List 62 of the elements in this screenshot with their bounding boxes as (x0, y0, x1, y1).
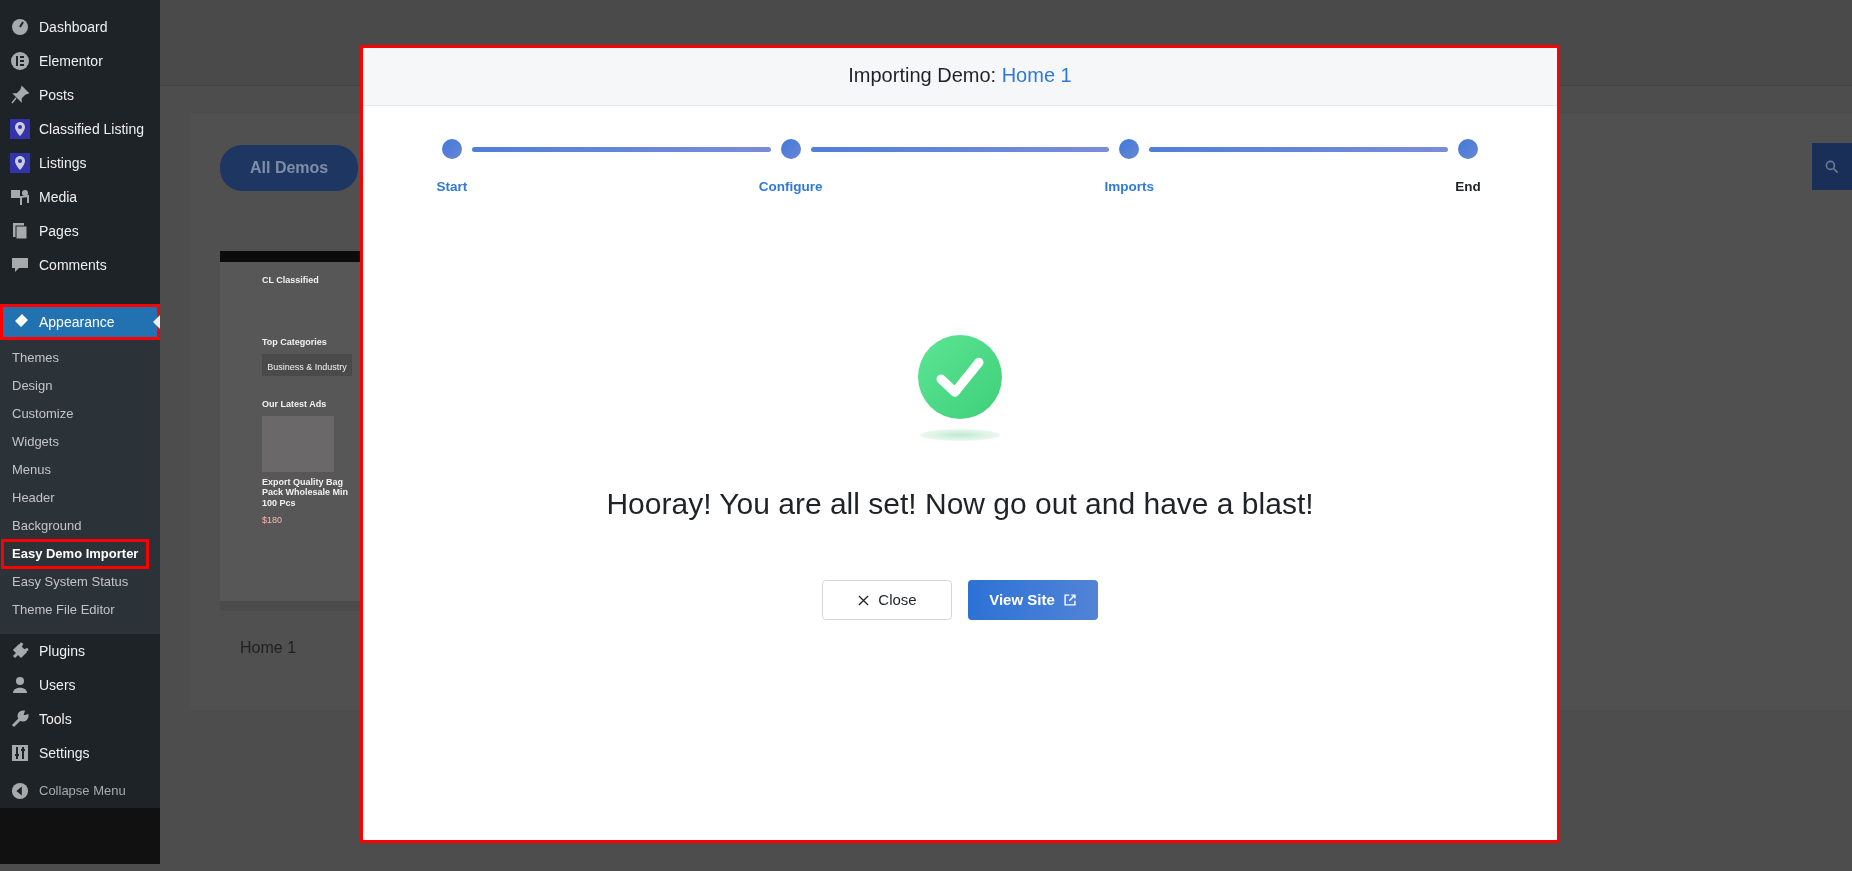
search-icon (1824, 158, 1840, 175)
close-button[interactable]: Close (822, 580, 952, 621)
step-label: End (1455, 178, 1481, 196)
step-label: Imports (1104, 178, 1155, 196)
wrench-icon (10, 709, 30, 729)
speech-bubble-icon (10, 255, 30, 275)
step-dot (442, 139, 462, 159)
ad-price: $180 (262, 513, 283, 527)
section-heading: Top Categories (262, 335, 327, 349)
sidebar-item[interactable]: Dashboard (0, 10, 160, 44)
submenu-item[interactable]: Widgets (4, 430, 67, 454)
sidebar-item[interactable]: Posts (0, 78, 160, 112)
sidebar-item[interactable]: Tools (0, 702, 160, 736)
letter-e-icon (10, 51, 30, 71)
submenu-item[interactable]: Easy Demo Importer (4, 542, 147, 566)
sidebar-item[interactable]: Classified Listing (0, 112, 160, 146)
submenu-item[interactable]: Themes (4, 346, 67, 370)
success-check-icon (918, 335, 1002, 420)
search-button[interactable] (1812, 143, 1852, 190)
step-label: Start (436, 178, 468, 196)
view-site-button[interactable]: View Site (968, 580, 1098, 621)
sidebar-item[interactable]: Users (0, 668, 160, 702)
submenu-item[interactable]: Background (4, 514, 90, 538)
success-message: Hooray! You are all set! Now go out and have a blast! (606, 486, 1314, 523)
user-icon (10, 675, 30, 695)
gauge-icon (10, 17, 30, 37)
pushpin-icon (10, 85, 30, 105)
demo-name: Home 1 (1001, 64, 1072, 86)
sidebar-item[interactable]: Plugins (0, 634, 160, 668)
sidebar-item[interactable]: Pages (0, 214, 160, 248)
submenu-item[interactable]: Customize (4, 402, 82, 426)
media-icon (10, 187, 30, 207)
close-icon (857, 593, 871, 607)
step-dot (1119, 139, 1140, 159)
step-dot (780, 139, 801, 159)
submenu-item[interactable]: Menus (4, 458, 60, 482)
sidebar-item[interactable]: Comments (0, 248, 160, 282)
category-label: Business & Industry (262, 354, 352, 377)
submenu-item[interactable]: Design (4, 374, 61, 398)
ad-title: Export Quality Bag Pack Wholesale Min 100 Pcs (262, 476, 350, 508)
submenu-item[interactable]: Easy System Status (4, 570, 137, 594)
site-name: CL Classified (262, 274, 319, 287)
sidebar-item[interactable]: Settings (0, 736, 160, 770)
menu-pointer-icon (153, 315, 160, 329)
submenu-item[interactable]: Header (4, 486, 63, 510)
sidebar-item[interactable]: Elementor (0, 44, 160, 78)
sidebar-item[interactable]: Listings (0, 146, 160, 180)
section-heading: Our Latest Ads (262, 398, 327, 412)
dialog-title: Importing Demo: Home 1 (848, 63, 1072, 88)
plug-icon (10, 641, 30, 661)
step-dot (1458, 139, 1478, 159)
pages-icon (10, 221, 30, 241)
submenu-item[interactable]: Theme File Editor (4, 598, 123, 622)
sliders-icon (10, 743, 30, 763)
sidebar-item[interactable]: Media (0, 180, 160, 214)
location-pin-icon (10, 153, 30, 173)
step-label: Configure (758, 178, 823, 196)
all-demos-button[interactable]: All Demos (220, 145, 359, 191)
sidebar-item[interactable]: Appearance (0, 304, 160, 340)
external-link-icon (1062, 593, 1077, 608)
collapse-menu-button[interactable]: Collapse Menu (0, 774, 160, 808)
location-pin-icon (10, 119, 30, 139)
